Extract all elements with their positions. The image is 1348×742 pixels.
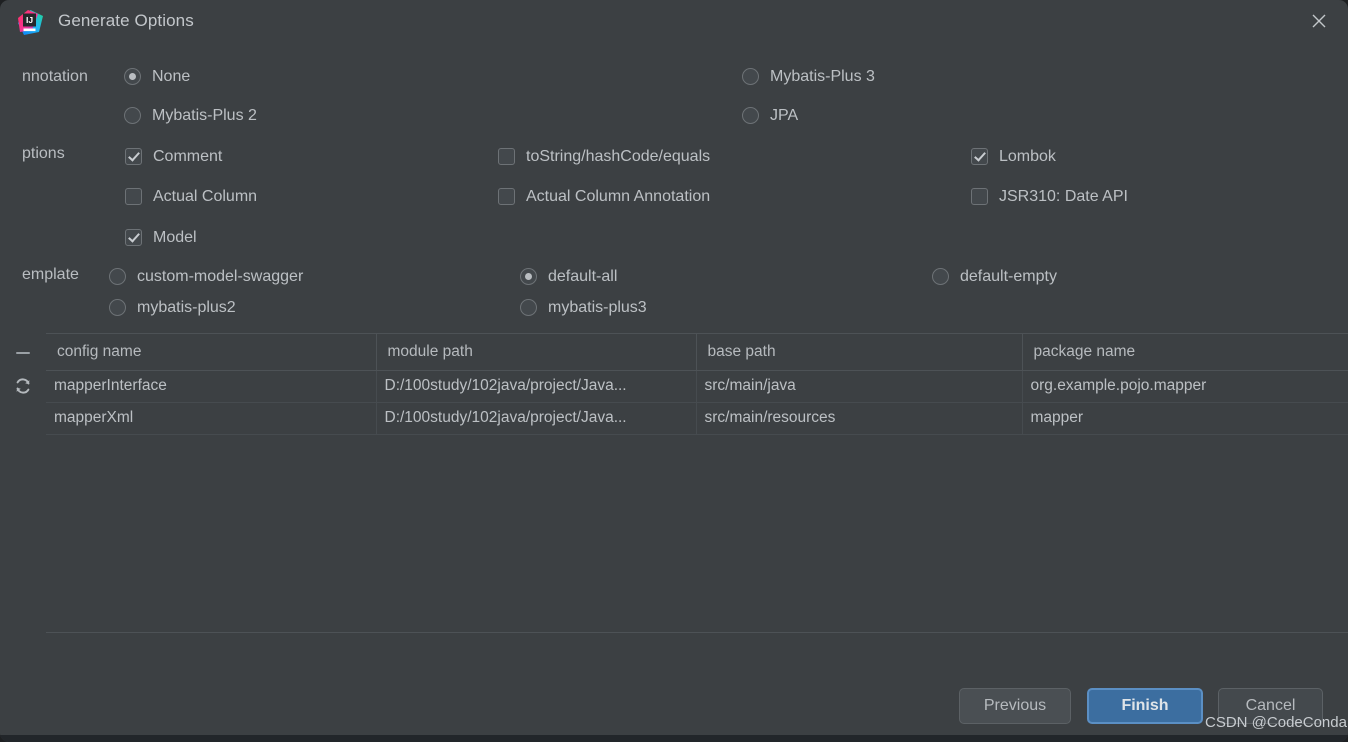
radio-mybatis-plus-2[interactable]: Mybatis-Plus 2 <box>124 107 257 124</box>
svg-text:IJ: IJ <box>26 15 33 25</box>
desktop-background <box>0 735 1348 742</box>
cell-package-name[interactable]: mapper <box>1022 402 1348 435</box>
checkbox-indicator <box>498 188 515 205</box>
checkbox-label: toString/hashCode/equals <box>526 147 711 165</box>
radio-indicator <box>124 68 141 85</box>
radio-indicator <box>742 107 759 124</box>
checkbox-label: Lombok <box>999 147 1056 165</box>
radio-indicator <box>109 299 126 316</box>
annotation-section-label: nnotation <box>22 68 88 85</box>
column-header-package-name[interactable]: package name <box>1022 334 1348 371</box>
radio-jpa[interactable]: JPA <box>742 107 798 124</box>
dialog-footer: Previous Finish Cancel <box>0 683 1348 733</box>
radio-label: JPA <box>770 106 799 124</box>
checkbox-label: JSR310: Date API <box>999 187 1128 205</box>
radio-mybatis-plus2[interactable]: mybatis-plus2 <box>109 299 236 316</box>
radio-default-empty[interactable]: default-empty <box>932 268 1057 285</box>
checkbox-label: Actual Column Annotation <box>526 187 711 205</box>
radio-label: mybatis-plus2 <box>137 298 236 316</box>
cell-config-name[interactable]: mapperInterface <box>46 370 377 403</box>
checkbox-model[interactable]: Model <box>125 229 197 246</box>
generate-options-dialog: IJ Generate Options nnotation None Mybat… <box>0 0 1348 742</box>
config-table-area: config name module path base path packag… <box>0 333 1348 633</box>
radio-label: Mybatis-Plus 2 <box>152 106 257 124</box>
column-header-module-path[interactable]: module path <box>376 334 697 371</box>
checkbox-indicator <box>125 188 142 205</box>
dialog-title: Generate Options <box>58 11 194 30</box>
table-row[interactable]: mapperInterface D:/100study/102java/proj… <box>46 370 1348 403</box>
radio-label: default-all <box>548 267 618 285</box>
intellij-idea-icon: IJ <box>18 10 43 35</box>
refresh-icon[interactable] <box>13 376 33 396</box>
radio-indicator <box>932 268 949 285</box>
previous-button[interactable]: Previous <box>959 688 1071 724</box>
minus-icon[interactable] <box>13 343 33 363</box>
close-icon[interactable] <box>1292 0 1348 42</box>
radio-default-all[interactable]: default-all <box>520 268 617 285</box>
radio-mybatis-plus3[interactable]: mybatis-plus3 <box>520 299 647 316</box>
cell-base-path[interactable]: src/main/java <box>696 370 1023 403</box>
checkbox-label: Comment <box>153 147 223 165</box>
column-header-config-name[interactable]: config name <box>46 334 377 371</box>
cell-config-name[interactable]: mapperXml <box>46 402 377 435</box>
cell-base-path[interactable]: src/main/resources <box>696 402 1023 435</box>
table-toolbar <box>0 333 46 633</box>
radio-label: custom-model-swagger <box>137 267 304 285</box>
radio-label: None <box>152 67 191 85</box>
radio-label: Mybatis-Plus 3 <box>770 67 875 85</box>
checkbox-tostring-hashcode-equals[interactable]: toString/hashCode/equals <box>498 148 710 165</box>
radio-label: default-empty <box>960 267 1057 285</box>
template-section-label: emplate <box>22 266 79 283</box>
dialog-titlebar: IJ Generate Options <box>0 0 1348 45</box>
table-row[interactable]: mapperXml D:/100study/102java/project/Ja… <box>46 402 1348 435</box>
radio-mybatis-plus-3[interactable]: Mybatis-Plus 3 <box>742 68 875 85</box>
radio-indicator <box>520 268 537 285</box>
checkbox-indicator <box>498 148 515 165</box>
checkbox-actual-column-annotation[interactable]: Actual Column Annotation <box>498 188 710 205</box>
checkbox-label: Model <box>153 228 197 246</box>
checkbox-jsr310-date-api[interactable]: JSR310: Date API <box>971 188 1128 205</box>
cell-package-name[interactable]: org.example.pojo.mapper <box>1022 370 1348 403</box>
options-section-label: ptions <box>22 145 65 162</box>
radio-indicator <box>520 299 537 316</box>
checkbox-actual-column[interactable]: Actual Column <box>125 188 257 205</box>
radio-custom-model-swagger[interactable]: custom-model-swagger <box>109 268 303 285</box>
radio-label: mybatis-plus3 <box>548 298 647 316</box>
radio-indicator <box>109 268 126 285</box>
checkbox-indicator <box>971 148 988 165</box>
checkbox-indicator <box>971 188 988 205</box>
checkbox-label: Actual Column <box>153 187 258 205</box>
finish-button[interactable]: Finish <box>1087 688 1203 724</box>
checkbox-comment[interactable]: Comment <box>125 148 222 165</box>
radio-indicator <box>742 68 759 85</box>
checkbox-lombok[interactable]: Lombok <box>971 148 1056 165</box>
checkbox-indicator <box>125 229 142 246</box>
cell-module-path[interactable]: D:/100study/102java/project/Java... <box>376 402 697 435</box>
column-header-base-path[interactable]: base path <box>696 334 1023 371</box>
watermark: CSDN @CodeConda <box>1205 714 1347 731</box>
cell-module-path[interactable]: D:/100study/102java/project/Java... <box>376 370 697 403</box>
table-header-row: config name module path base path packag… <box>46 334 1348 371</box>
radio-none[interactable]: None <box>124 68 190 85</box>
config-table[interactable]: config name module path base path packag… <box>46 333 1348 633</box>
radio-indicator <box>124 107 141 124</box>
checkbox-indicator <box>125 148 142 165</box>
